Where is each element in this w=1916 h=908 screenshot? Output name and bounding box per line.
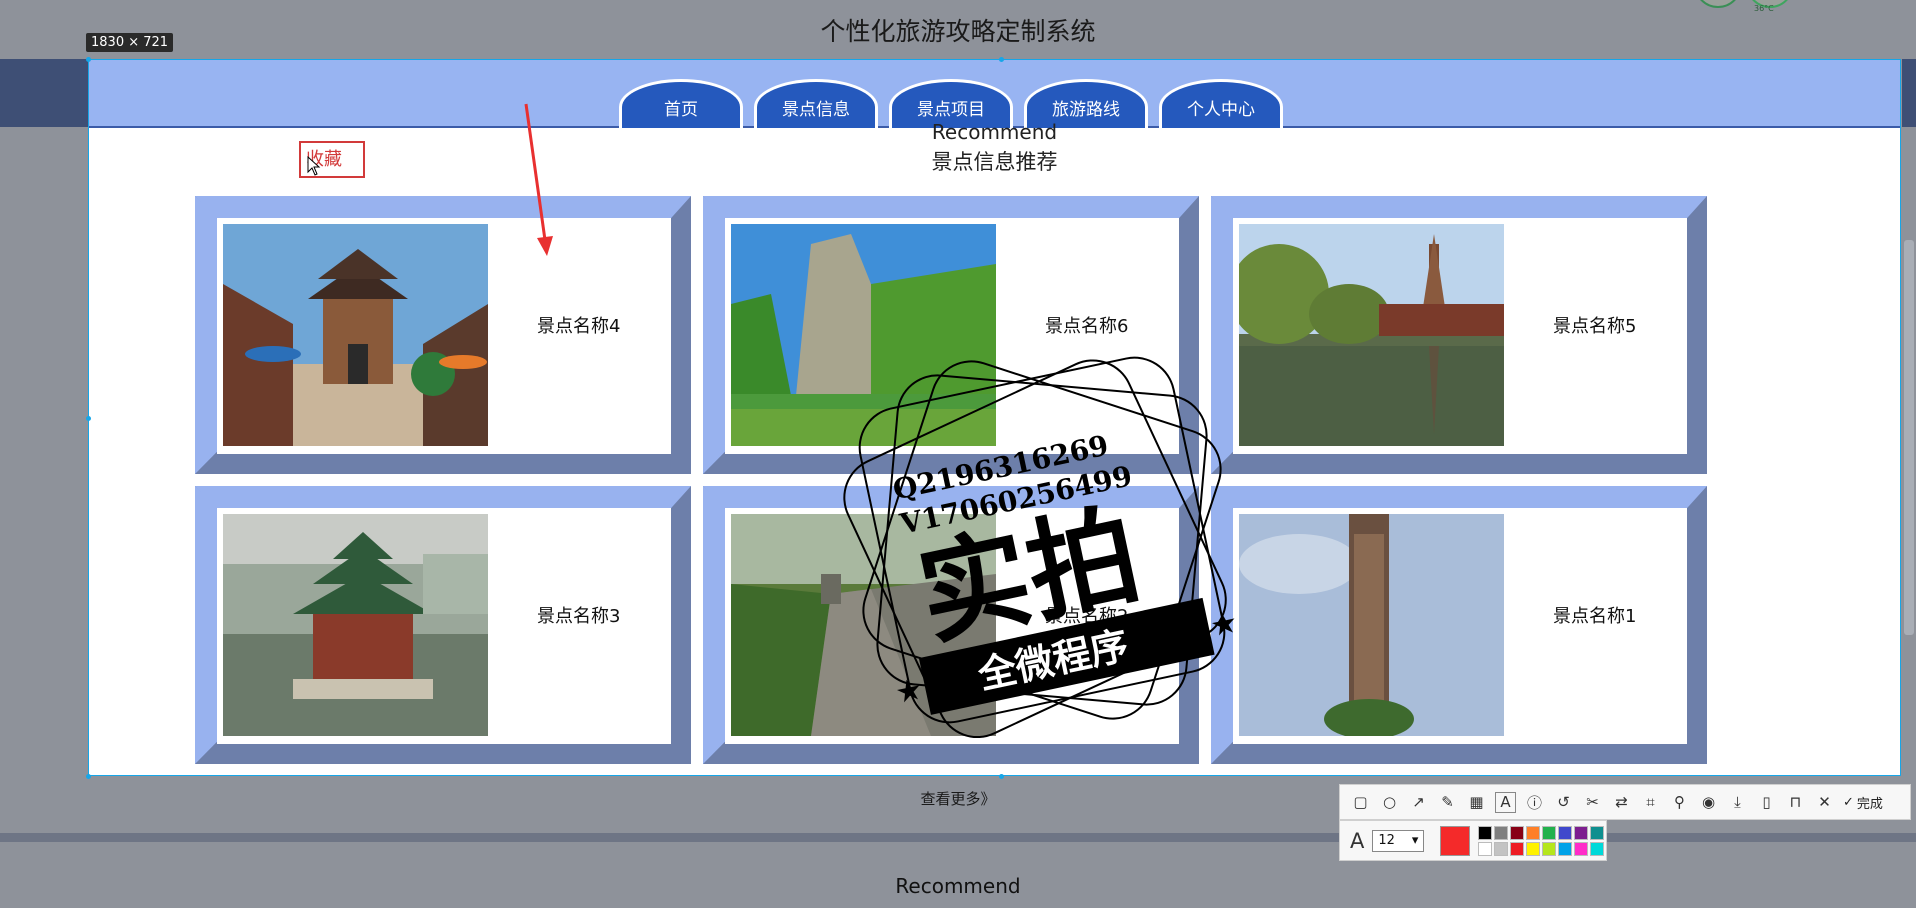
number-icon[interactable]: ⓘ: [1524, 792, 1545, 813]
rectangle-icon[interactable]: ▢: [1350, 792, 1371, 813]
ocr-icon[interactable]: ⌗: [1640, 792, 1661, 813]
resize-handle[interactable]: [999, 774, 1004, 779]
color-swatch[interactable]: [1478, 841, 1493, 856]
check-icon: ✓: [1843, 794, 1854, 810]
color-swatch[interactable]: [1510, 841, 1525, 856]
color-swatch[interactable]: [1542, 825, 1557, 840]
close-icon[interactable]: ✕: [1814, 792, 1835, 813]
chevron-down-icon: ▾: [1411, 833, 1419, 848]
selection-size-label: 1830 × 721: [86, 33, 174, 52]
mosaic-icon[interactable]: ▦: [1466, 792, 1487, 813]
screenshot-toolbar: ▢ ○ ↗ ✎ ▦ A ⓘ ↺ ✂ ⇄ ⌗ ⚲ ◉ ⤓ ▯ ⊓ ✕ ✓ 完成: [1339, 784, 1911, 820]
pin-icon[interactable]: ⚲: [1669, 792, 1690, 813]
attraction-photo[interactable]: [1239, 224, 1504, 446]
bookmark-icon[interactable]: ⊓: [1785, 792, 1806, 813]
section-divider: [0, 833, 1916, 842]
bottom-recommend-heading: Recommend: [895, 874, 1021, 898]
temperature-readout: 36°C: [1754, 4, 1774, 13]
text-style-toolbar: A 12 ▾: [1339, 820, 1607, 861]
color-swatch[interactable]: [1590, 841, 1605, 856]
attraction-name[interactable]: 景点名称1: [1553, 602, 1636, 628]
color-swatch[interactable]: [1558, 841, 1573, 856]
undo-icon[interactable]: ↺: [1553, 792, 1574, 813]
color-swatch[interactable]: [1542, 841, 1557, 856]
circle-icon[interactable]: ○: [1379, 792, 1400, 813]
page-title: 个性化旅游攻略定制系统: [820, 17, 1096, 46]
arrow-icon[interactable]: ↗: [1408, 792, 1429, 813]
nav-bar-dimmed-right: [1902, 59, 1916, 127]
color-swatch[interactable]: [1526, 841, 1541, 856]
attraction-photo[interactable]: [1239, 514, 1504, 736]
attraction-photo[interactable]: [223, 514, 488, 736]
attraction-name[interactable]: 景点名称6: [1045, 312, 1128, 338]
scrollbar-thumb[interactable]: [1904, 240, 1914, 635]
weather-widget-icon: [1694, 0, 1742, 8]
attraction-photo[interactable]: [731, 224, 996, 446]
color-swatch[interactable]: [1478, 825, 1493, 840]
save-icon[interactable]: ⤓: [1727, 792, 1748, 813]
phone-icon[interactable]: ▯: [1756, 792, 1777, 813]
color-swatch[interactable]: [1510, 825, 1525, 840]
color-swatch[interactable]: [1494, 825, 1509, 840]
color-swatch[interactable]: [1574, 841, 1589, 856]
color-palette: [1478, 825, 1605, 856]
record-icon[interactable]: ◉: [1698, 792, 1719, 813]
screenshot-selection[interactable]: 首页 景点信息 景点项目 旅游路线 个人中心 Recommend 景点信息推荐 …: [88, 59, 1901, 776]
color-swatch[interactable]: [1590, 825, 1605, 840]
color-swatch[interactable]: [1558, 825, 1573, 840]
resize-handle[interactable]: [999, 57, 1004, 62]
cut-icon[interactable]: ✂: [1582, 792, 1603, 813]
annotation-arrow: [524, 103, 553, 256]
resize-handle[interactable]: [86, 416, 91, 421]
resize-handle[interactable]: [86, 774, 91, 779]
color-swatch[interactable]: [1494, 841, 1509, 856]
attraction-card[interactable]: 景点名称3: [195, 486, 691, 764]
attraction-card[interactable]: 景点名称1: [1211, 486, 1707, 764]
translate-icon[interactable]: ⇄: [1611, 792, 1632, 813]
color-swatch[interactable]: [1526, 825, 1541, 840]
nav-bar-dimmed-left: [0, 59, 88, 127]
done-label: 完成: [1856, 796, 1883, 812]
attraction-name[interactable]: 景点名称2: [1045, 602, 1128, 628]
font-size-value: 12: [1378, 833, 1395, 848]
current-color-swatch[interactable]: [1440, 825, 1471, 856]
text-icon[interactable]: A: [1495, 791, 1516, 813]
attraction-card[interactable]: 景点名称2: [703, 486, 1199, 764]
attraction-name[interactable]: 景点名称5: [1553, 312, 1636, 338]
attraction-name[interactable]: 景点名称3: [537, 602, 620, 628]
attraction-card[interactable]: 景点名称5: [1211, 196, 1707, 474]
font-icon: A: [1350, 828, 1365, 853]
attraction-photo[interactable]: [731, 514, 996, 736]
attraction-card[interactable]: 景点名称6: [703, 196, 1199, 474]
font-size-select[interactable]: 12 ▾: [1372, 829, 1425, 852]
pen-icon[interactable]: ✎: [1437, 792, 1458, 813]
done-button[interactable]: ✓ 完成: [1843, 793, 1883, 812]
resize-handle[interactable]: [86, 57, 91, 62]
color-swatch[interactable]: [1574, 825, 1589, 840]
